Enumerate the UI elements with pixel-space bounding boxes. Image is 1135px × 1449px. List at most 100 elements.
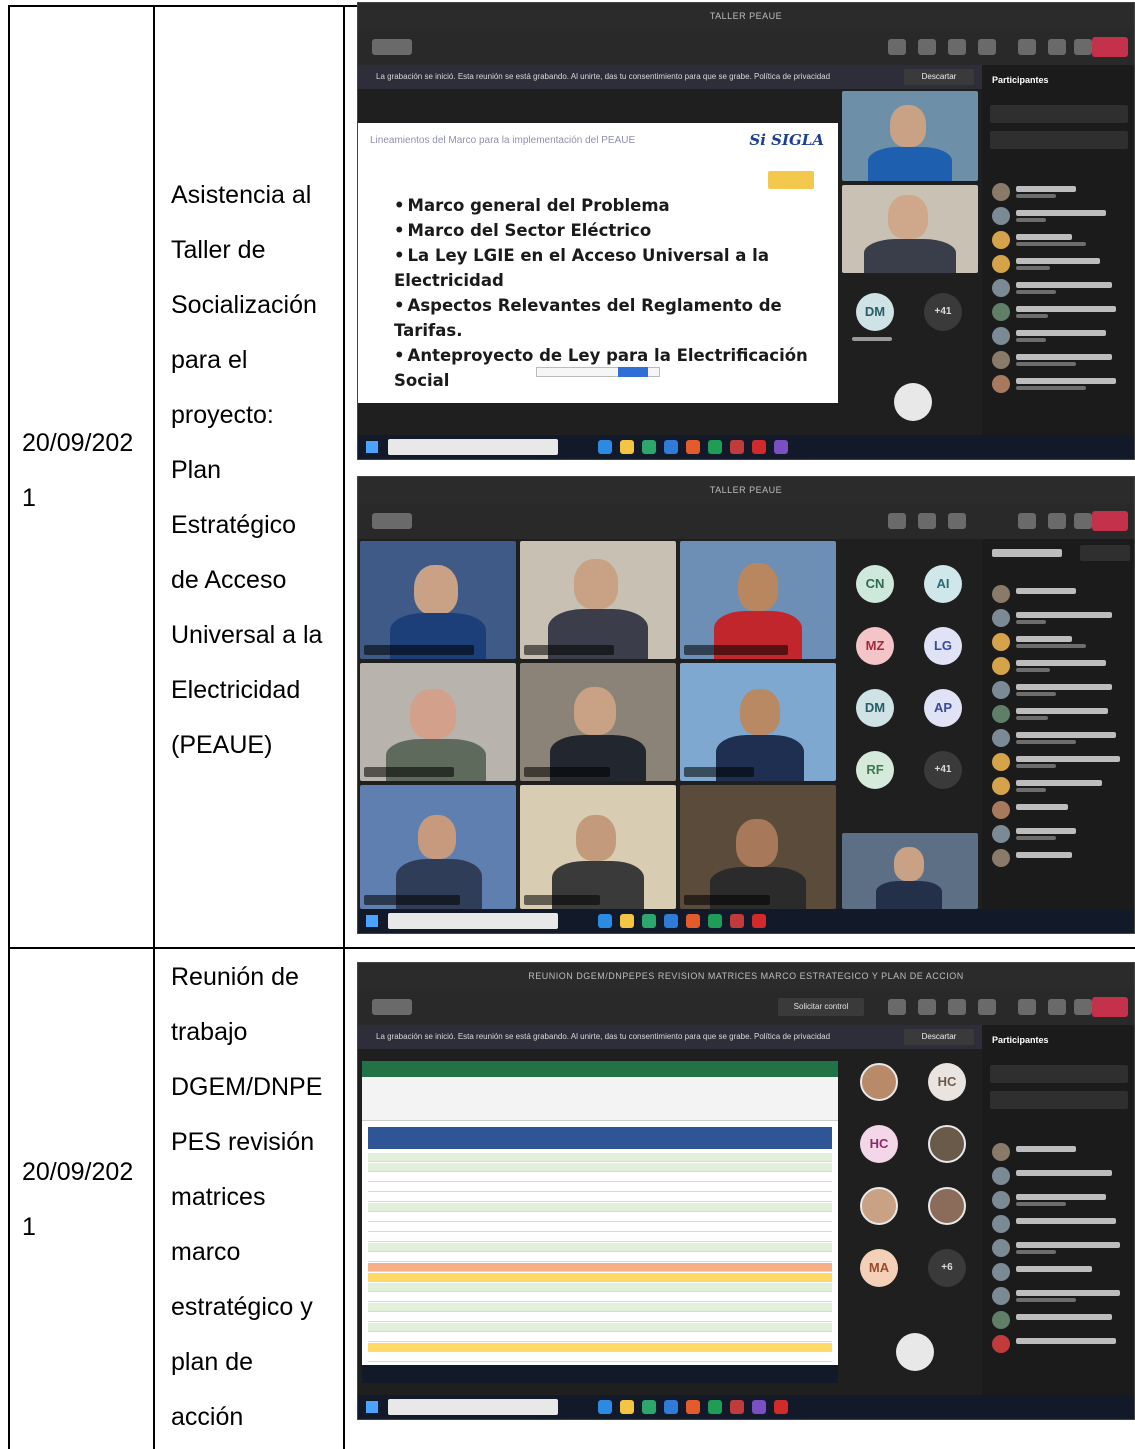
- mute-all-button[interactable]: [1080, 545, 1130, 561]
- more-participants-avatar[interactable]: +6: [928, 1249, 966, 1287]
- video-tile: [680, 541, 836, 659]
- participants-panel: [982, 539, 1134, 911]
- recording-banner-text: La grabación se inició. Esta reunión se …: [376, 72, 831, 81]
- slide-title: Lineamientos del Marco para la implement…: [370, 135, 636, 146]
- reactions-icon[interactable]: [948, 513, 966, 529]
- row-divider: [10, 947, 1135, 949]
- row2-activity-line: plan de: [171, 1348, 254, 1376]
- participant-avatar: HC: [928, 1063, 966, 1101]
- more-icon[interactable]: [978, 39, 996, 55]
- screenshot-presentation: TALLER PEAUE La grabación se inició. Est…: [357, 2, 1135, 460]
- share-invite-button[interactable]: [990, 131, 1128, 149]
- video-tile: [842, 91, 978, 181]
- row1-activity-line: proyecto:: [171, 401, 274, 429]
- sigla-logo: Si SIGLA: [749, 131, 824, 149]
- share-icon[interactable]: [1074, 999, 1092, 1015]
- reactions-icon[interactable]: [948, 39, 966, 55]
- row1-date-line2: 1: [22, 484, 36, 512]
- row1-activity-line: (PEAUE): [171, 731, 273, 759]
- start-icon[interactable]: [366, 915, 378, 927]
- share-icon[interactable]: [1074, 513, 1092, 529]
- mic-icon[interactable]: [1048, 39, 1066, 55]
- reactions-icon[interactable]: [948, 999, 966, 1015]
- taskbar-search[interactable]: [388, 1399, 558, 1415]
- camera-icon[interactable]: [1018, 999, 1036, 1015]
- participant-avatar: DM: [856, 293, 894, 331]
- panel-header-bar: [992, 549, 1062, 557]
- self-video-tile: [842, 833, 978, 909]
- meeting-toolbar: Solicitar control: [358, 989, 1134, 1025]
- slide: Lineamientos del Marco para la implement…: [358, 123, 838, 403]
- row1-activity-line: Socialización: [171, 291, 317, 319]
- participant-avatar: DM: [856, 689, 894, 727]
- shared-spreadsheet: [362, 1061, 838, 1383]
- row2-activity-line: PES revisión: [171, 1128, 315, 1156]
- participant-avatar: LG: [924, 627, 962, 665]
- participant-photo-avatar: [860, 1187, 898, 1225]
- video-tile: [680, 663, 836, 781]
- slide-caption-button: [618, 367, 648, 377]
- slide-bullet: Marco general del Problema: [394, 193, 838, 218]
- share-icon[interactable]: [1074, 39, 1092, 55]
- windows-taskbar: [358, 1395, 1134, 1419]
- request-control-button[interactable]: Solicitar control: [778, 998, 864, 1016]
- invite-input[interactable]: [990, 105, 1128, 123]
- windows-taskbar: [358, 909, 1134, 933]
- more-icon[interactable]: [978, 999, 996, 1015]
- chat-icon[interactable]: [918, 39, 936, 55]
- participant-photo-avatar: [860, 1063, 898, 1101]
- leave-button[interactable]: [1092, 511, 1128, 531]
- participants-icon[interactable]: [888, 513, 906, 529]
- start-icon[interactable]: [366, 1401, 378, 1413]
- more-participants-avatar[interactable]: +41: [924, 751, 962, 789]
- camera-icon[interactable]: [1018, 39, 1036, 55]
- row2-activity-line: trabajo: [171, 1018, 248, 1046]
- row2-activity: Reunión de trabajo DGEM/DNPE PES revisió…: [171, 950, 322, 1445]
- taskbar-search[interactable]: [388, 439, 558, 455]
- row1-date-line1: 20/09/202: [22, 429, 134, 457]
- excel-ribbon: [362, 1061, 838, 1077]
- start-icon[interactable]: [366, 441, 378, 453]
- camera-icon[interactable]: [1018, 513, 1036, 529]
- video-tile: [520, 785, 676, 909]
- meeting-toolbar: [358, 29, 1134, 65]
- timer-icon: [372, 999, 412, 1015]
- video-tile: [680, 785, 836, 909]
- participants-icon[interactable]: [888, 999, 906, 1015]
- participant-avatar: RF: [856, 751, 894, 789]
- taskbar-search[interactable]: [388, 913, 558, 929]
- video-tile: [360, 785, 516, 909]
- row1-date: 20/09/202 1: [22, 416, 133, 526]
- discard-button[interactable]: Descartar: [904, 69, 974, 85]
- video-tile: [842, 185, 978, 273]
- row1-activity-line: de Acceso: [171, 566, 287, 594]
- chat-icon[interactable]: [918, 513, 936, 529]
- mic-icon[interactable]: [1048, 999, 1066, 1015]
- invite-input[interactable]: [990, 1065, 1128, 1083]
- excel-toolbar: [362, 1077, 838, 1121]
- mic-icon[interactable]: [1048, 513, 1066, 529]
- row1-activity-line: Taller de: [171, 236, 266, 264]
- row1-activity-line: Universal a la: [171, 621, 323, 649]
- leave-button[interactable]: [1092, 37, 1128, 57]
- share-invite-button[interactable]: [990, 1091, 1128, 1109]
- row2-activity-line: marco: [171, 1238, 241, 1266]
- discard-button[interactable]: Descartar: [904, 1029, 974, 1045]
- slide-bullets: Marco general del Problema Marco del Sec…: [394, 193, 838, 393]
- participant-photo-avatar: [928, 1125, 966, 1163]
- participant-avatar: AI: [924, 565, 962, 603]
- armeria-logo: [768, 171, 814, 189]
- row1-activity-line: Electricidad: [171, 676, 301, 704]
- participants-icon[interactable]: [888, 39, 906, 55]
- self-avatar: [896, 1333, 934, 1371]
- screenshot-spreadsheet-meeting: REUNION DGEM/DNPEPES REVISION MATRICES M…: [357, 962, 1135, 1420]
- row1-activity: Asistencia al Taller de Socialización pa…: [171, 168, 322, 773]
- leave-button[interactable]: [1092, 997, 1128, 1017]
- more-participants-avatar[interactable]: +41: [924, 293, 962, 331]
- row2-activity-line: Reunión de: [171, 963, 299, 991]
- participant-avatar: AP: [924, 689, 962, 727]
- col-divider-1: [153, 7, 155, 1449]
- timer-icon: [372, 513, 412, 529]
- recording-banner: La grabación se inició. Esta reunión se …: [358, 1025, 982, 1049]
- chat-icon[interactable]: [918, 999, 936, 1015]
